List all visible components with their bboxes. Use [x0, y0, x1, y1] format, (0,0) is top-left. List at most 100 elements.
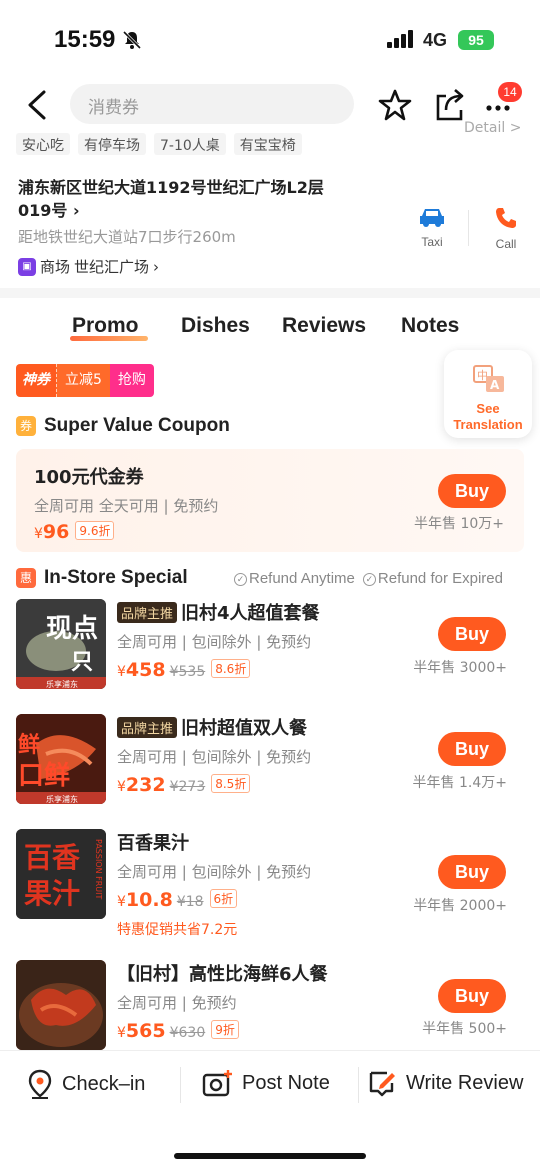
home-indicator [174, 1153, 366, 1159]
coupon-card[interactable]: 100元代金券 全周可用 全天可用 | 免预约 ¥96 9.6折 Buy 半年售 … [16, 449, 524, 552]
detail-link[interactable]: Detail > [464, 120, 521, 136]
mall-name: 世纪汇广场 [74, 258, 150, 276]
sold-count: 半年售 10万+ [414, 516, 504, 532]
discount-icon: 惠 [16, 568, 36, 588]
deal-original-price: ¥273 [169, 779, 206, 795]
brand-badge: 品牌主推 [117, 601, 178, 623]
instore-heading: 惠 In-Store Special [16, 567, 188, 589]
deal-title-text: 旧村4人超值套餐 [181, 603, 320, 624]
deal-row[interactable]: 鲜口鲜 乐享浦东 品牌主推 旧村超值双人餐 全周可用 | 包间除外 | 免预约 ¥… [0, 714, 540, 824]
write-review-label: Write Review [406, 1071, 524, 1094]
address-line[interactable]: 浦东新区世纪大道1192号世纪汇广场L2层019号 › [18, 176, 348, 222]
top-nav: 消费券 14 [0, 80, 540, 130]
buy-button[interactable]: Buy [438, 474, 506, 508]
edit-review-icon [369, 1071, 395, 1097]
sold-count: 半年售 3000+ [413, 660, 507, 676]
deal-price: ¥232 ¥273 8.5折 [117, 774, 251, 796]
checkin-button[interactable]: Check–in [26, 1069, 145, 1099]
translation-button[interactable]: 中A See Translation [444, 350, 532, 438]
tab-dishes[interactable]: Dishes [181, 314, 250, 338]
write-review-button[interactable]: Write Review [368, 1069, 523, 1097]
share-icon[interactable] [434, 88, 466, 126]
deal-price-value: 10.8 [125, 889, 173, 911]
buy-button[interactable]: Buy [438, 979, 506, 1013]
tab-reviews[interactable]: Reviews [282, 314, 366, 338]
tab-bar: Promo Dishes Reviews Notes [0, 308, 540, 348]
status-bar: 15:59 4G 95 [0, 0, 540, 80]
deal-thumbnail: 现点只乐享浦东 [16, 599, 106, 689]
post-note-button[interactable]: Post Note [202, 1069, 330, 1097]
favorite-star-icon[interactable] [378, 88, 412, 126]
feature-tag: 有宝宝椅 [233, 133, 302, 155]
sold-count: 半年售 2000+ [413, 898, 507, 914]
tab-notes[interactable]: Notes [401, 314, 459, 338]
post-note-label: Post Note [242, 1071, 330, 1094]
call-button[interactable]: Call [486, 206, 526, 251]
deal-discount: 8.6折 [211, 659, 251, 678]
network-type: 4G [423, 30, 448, 50]
deal-title: 【旧村】高性比海鲜6人餐 [117, 960, 328, 986]
promo-banner[interactable]: 神券 立减5 抢购 [16, 364, 154, 397]
coupon-price: ¥96 9.6折 [34, 521, 115, 543]
mall-link[interactable]: ▣ 商场 世纪汇广场 › [18, 256, 159, 277]
svg-text:只: 只 [71, 650, 93, 675]
deal-original-price: ¥535 [169, 664, 206, 680]
feature-tag: 安心吃 [16, 133, 70, 155]
svg-text:乐享浦东: 乐享浦东 [46, 794, 78, 804]
feature-tag: 7-10人桌 [154, 133, 226, 155]
deal-row[interactable]: 百香 果汁 PASSION FRUIT 百香果汁 全周可用 | 包间除外 | 免预约… [0, 829, 540, 939]
deal-original-price: ¥18 [176, 894, 204, 910]
promo-savings-note: 特惠促销共省7.2元 [117, 922, 238, 938]
deal-thumbnail: 鲜口鲜 乐享浦东 [16, 714, 106, 804]
buy-button[interactable]: Buy [438, 617, 506, 651]
coupon-icon: 券 [16, 416, 36, 436]
deal-row[interactable]: 现点只乐享浦东 品牌主推 旧村4人超值套餐 全周可用 | 包间除外 | 免预约 … [0, 599, 540, 709]
deal-thumbnail [16, 960, 106, 1050]
active-tab-indicator [70, 336, 148, 341]
buy-button[interactable]: Buy [438, 732, 506, 766]
promo-discount: 立减5 [56, 364, 110, 397]
deal-original-price: ¥630 [169, 1025, 206, 1041]
car-icon [420, 209, 444, 227]
feature-tag: 有停车场 [78, 133, 146, 155]
call-label: Call [495, 237, 517, 251]
translation-label-2: Translation [453, 417, 523, 432]
deal-price: ¥10.8 ¥18 6折 [117, 889, 238, 911]
feature-tags: 安心吃 有停车场 7-10人桌 有宝宝椅 [16, 133, 302, 155]
svg-text:鲜: 鲜 [18, 733, 40, 758]
phone-icon [496, 208, 516, 228]
deal-price: ¥565 ¥630 9折 [117, 1020, 239, 1042]
search-input[interactable]: 消费券 [70, 84, 354, 124]
deal-price-value: 458 [125, 659, 166, 681]
deal-title-text: 百香果汁 [117, 833, 189, 854]
translation-label-1: See [476, 401, 500, 416]
svg-text:PASSION FRUIT: PASSION FRUIT [94, 839, 103, 900]
deal-price-value: 232 [125, 774, 166, 796]
guarantee-item: ✓ Refund Anytime [234, 570, 355, 587]
svg-text:A: A [490, 378, 500, 392]
divider [468, 210, 469, 246]
tab-promo[interactable]: Promo [72, 314, 139, 338]
coupon-price-value: 96 [42, 521, 70, 543]
svg-text:百香: 百香 [24, 841, 80, 874]
taxi-button[interactable]: Taxi [412, 206, 452, 249]
deal-title: 品牌主推 旧村超值双人餐 [117, 714, 307, 740]
deal-discount: 6折 [209, 889, 238, 908]
guarantees: ✓ Refund Anytime ✓ Refund for Expired [234, 570, 503, 587]
deal-meta: 全周可用 | 包间除外 | 免预约 [117, 633, 312, 651]
signal-icon [387, 30, 415, 52]
deal-price-value: 565 [125, 1020, 166, 1042]
camera-plus-icon [202, 1070, 232, 1097]
deal-thumbnail: 百香 果汁 PASSION FRUIT [16, 829, 106, 919]
back-icon[interactable] [24, 88, 54, 122]
taxi-label: Taxi [421, 235, 443, 249]
deal-discount: 9折 [211, 1020, 239, 1039]
deal-price: ¥458 ¥535 8.6折 [117, 659, 251, 681]
location-pin-icon [28, 1069, 52, 1099]
sold-count: 半年售 500+ [422, 1021, 507, 1037]
section-divider [0, 288, 540, 298]
coupon-discount: 9.6折 [75, 521, 115, 540]
buy-button[interactable]: Buy [438, 855, 506, 889]
svg-text:乐享浦东: 乐享浦东 [46, 679, 78, 689]
deal-title-text: 旧村超值双人餐 [181, 718, 308, 739]
